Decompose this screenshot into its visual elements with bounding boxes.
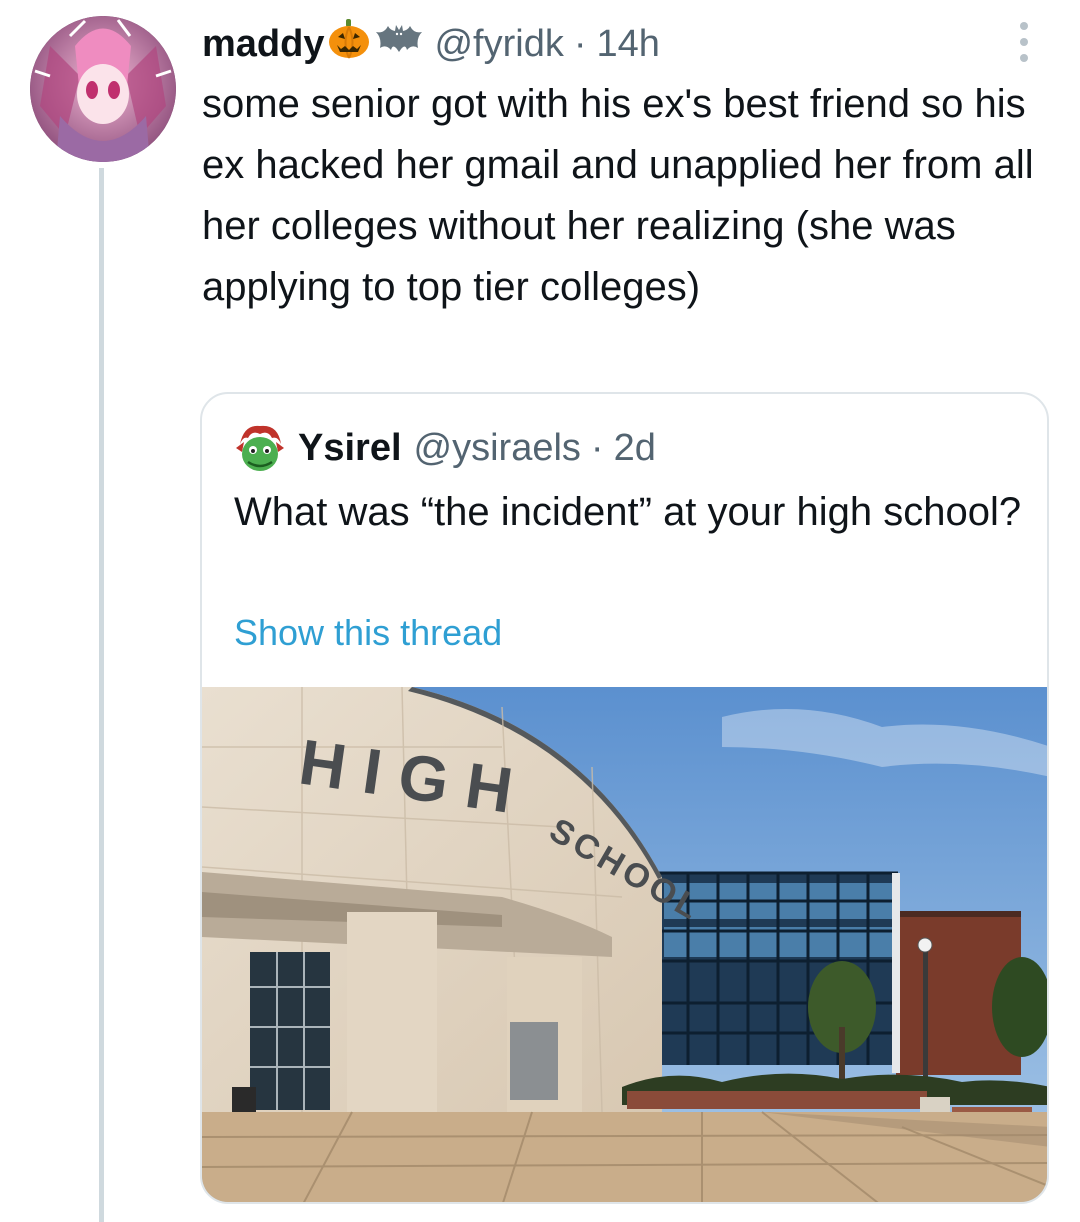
pumpkin-icon <box>328 19 370 69</box>
bat-icon <box>374 22 424 66</box>
quoted-tweet-header: Ysirel @ysiraels · 2d <box>298 422 656 474</box>
author-avatar[interactable] <box>30 16 176 162</box>
quoted-tweet-card[interactable]: Ysirel @ysiraels · 2d What was “the inci… <box>200 392 1049 1204</box>
author-handle[interactable]: @fyridk <box>434 23 563 66</box>
show-thread-link[interactable]: Show this thread <box>234 612 502 654</box>
quoted-author-avatar <box>234 422 286 474</box>
thread-line <box>99 168 104 1222</box>
quoted-handle[interactable]: @ysiraels <box>414 427 581 470</box>
tweet-timestamp[interactable]: 14h <box>597 23 660 66</box>
more-options-icon[interactable] <box>1008 18 1040 66</box>
author-display-name[interactable]: maddy <box>202 23 324 66</box>
quoted-tweet-text: What was “the incident” at your high sch… <box>234 490 1022 534</box>
tweet[interactable]: maddy @fyridk · 14h some senior got with… <box>0 0 1080 1222</box>
quoted-timestamp[interactable]: 2d <box>614 427 656 470</box>
tweet-text: some senior got with his ex's best frien… <box>202 82 1034 309</box>
quoted-display-name[interactable]: Ysirel <box>298 427 402 470</box>
header-separator: · <box>573 22 587 65</box>
high-school-photo[interactable]: HIGH SCHOOL <box>202 687 1049 1204</box>
quoted-header-separator: · <box>590 426 604 469</box>
tweet-header: maddy @fyridk · 14h <box>202 18 660 70</box>
